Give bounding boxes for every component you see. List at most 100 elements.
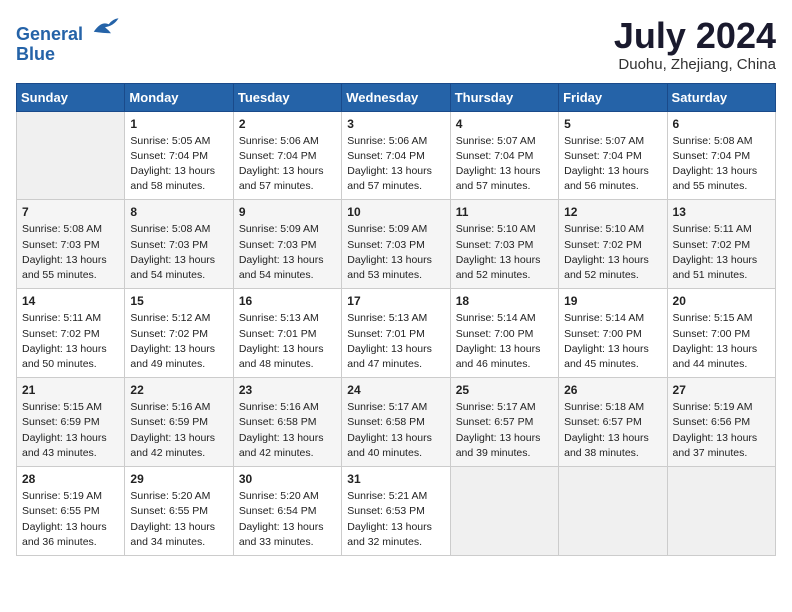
day-cell: 28Sunrise: 5:19 AM Sunset: 6:55 PM Dayli… bbox=[17, 467, 125, 556]
day-number: 9 bbox=[239, 205, 336, 219]
day-info: Sunrise: 5:06 AM Sunset: 7:04 PM Dayligh… bbox=[239, 134, 336, 195]
day-info: Sunrise: 5:15 AM Sunset: 6:59 PM Dayligh… bbox=[22, 400, 119, 461]
day-cell: 15 Sunrise: 5:12 AM Sunset: 7:02 PM Dayli… bbox=[125, 289, 233, 378]
day-cell: 30 Sunrise: 5:20 AM Sunset: 6:54 PM Dayli… bbox=[233, 467, 341, 556]
day-number: 2 bbox=[239, 117, 336, 131]
week-row-4: 21 Sunrise: 5:15 AM Sunset: 6:59 PM Dayli… bbox=[17, 378, 776, 467]
day-info: Sunrise: 5:06 AM Sunset: 7:04 PM Dayligh… bbox=[347, 134, 444, 195]
day-cell: 19Sunrise: 5:14 AM Sunset: 7:00 PM Dayli… bbox=[559, 289, 667, 378]
day-number: 11 bbox=[456, 205, 553, 219]
day-cell: 12 Sunrise: 5:10 AM Sunset: 7:02 PM Dayli… bbox=[559, 200, 667, 289]
column-header-wednesday: Wednesday bbox=[342, 83, 450, 111]
day-number: 24 bbox=[347, 383, 444, 397]
day-cell: 1Sunrise: 5:05 AM Sunset: 7:04 PM Daylig… bbox=[125, 111, 233, 200]
day-cell: 14Sunrise: 5:11 AM Sunset: 7:02 PM Dayli… bbox=[17, 289, 125, 378]
day-number: 26 bbox=[564, 383, 661, 397]
header-row: SundayMondayTuesdayWednesdayThursdayFrid… bbox=[17, 83, 776, 111]
day-number: 30 bbox=[239, 472, 336, 486]
column-header-monday: Monday bbox=[125, 83, 233, 111]
day-number: 15 bbox=[130, 294, 227, 308]
column-header-thursday: Thursday bbox=[450, 83, 558, 111]
day-info: Sunrise: 5:20 AM Sunset: 6:54 PM Dayligh… bbox=[239, 489, 336, 550]
day-info: Sunrise: 5:09 AM Sunset: 7:03 PM Dayligh… bbox=[239, 222, 336, 283]
day-cell: 5Sunrise: 5:07 AM Sunset: 7:04 PM Daylig… bbox=[559, 111, 667, 200]
month-title: July 2024 bbox=[614, 16, 776, 56]
day-number: 21 bbox=[22, 383, 119, 397]
logo-general: General bbox=[16, 24, 83, 44]
day-info: Sunrise: 5:08 AM Sunset: 7:03 PM Dayligh… bbox=[130, 222, 227, 283]
day-info: Sunrise: 5:17 AM Sunset: 6:57 PM Dayligh… bbox=[456, 400, 553, 461]
day-cell: 10Sunrise: 5:09 AM Sunset: 7:03 PM Dayli… bbox=[342, 200, 450, 289]
day-number: 14 bbox=[22, 294, 119, 308]
day-number: 17 bbox=[347, 294, 444, 308]
day-number: 23 bbox=[239, 383, 336, 397]
column-header-sunday: Sunday bbox=[17, 83, 125, 111]
day-info: Sunrise: 5:18 AM Sunset: 6:57 PM Dayligh… bbox=[564, 400, 661, 461]
day-cell: 20 Sunrise: 5:15 AM Sunset: 7:00 PM Dayli… bbox=[667, 289, 775, 378]
day-info: Sunrise: 5:07 AM Sunset: 7:04 PM Dayligh… bbox=[456, 134, 553, 195]
day-number: 12 bbox=[564, 205, 661, 219]
day-cell: 26 Sunrise: 5:18 AM Sunset: 6:57 PM Dayli… bbox=[559, 378, 667, 467]
day-cell: 24 Sunrise: 5:17 AM Sunset: 6:58 PM Dayli… bbox=[342, 378, 450, 467]
day-cell: 9 Sunrise: 5:09 AM Sunset: 7:03 PM Daylig… bbox=[233, 200, 341, 289]
day-number: 31 bbox=[347, 472, 444, 486]
day-info: Sunrise: 5:12 AM Sunset: 7:02 PM Dayligh… bbox=[130, 311, 227, 372]
week-row-2: 7 Sunrise: 5:08 AM Sunset: 7:03 PM Daylig… bbox=[17, 200, 776, 289]
day-cell: 4 Sunrise: 5:07 AM Sunset: 7:04 PM Daylig… bbox=[450, 111, 558, 200]
day-number: 20 bbox=[673, 294, 770, 308]
day-number: 22 bbox=[130, 383, 227, 397]
page-header: General Blue July 2024 Duohu, Zhejiang, … bbox=[16, 16, 776, 73]
day-number: 4 bbox=[456, 117, 553, 131]
day-number: 18 bbox=[456, 294, 553, 308]
day-info: Sunrise: 5:08 AM Sunset: 7:04 PM Dayligh… bbox=[673, 134, 770, 195]
week-row-5: 28Sunrise: 5:19 AM Sunset: 6:55 PM Dayli… bbox=[17, 467, 776, 556]
column-header-saturday: Saturday bbox=[667, 83, 775, 111]
day-cell: 18 Sunrise: 5:14 AM Sunset: 7:00 PM Dayli… bbox=[450, 289, 558, 378]
day-cell: 29 Sunrise: 5:20 AM Sunset: 6:55 PM Dayli… bbox=[125, 467, 233, 556]
day-info: Sunrise: 5:10 AM Sunset: 7:02 PM Dayligh… bbox=[564, 222, 661, 283]
day-number: 29 bbox=[130, 472, 227, 486]
day-info: Sunrise: 5:07 AM Sunset: 7:04 PM Dayligh… bbox=[564, 134, 661, 195]
day-info: Sunrise: 5:20 AM Sunset: 6:55 PM Dayligh… bbox=[130, 489, 227, 550]
column-header-tuesday: Tuesday bbox=[233, 83, 341, 111]
day-number: 16 bbox=[239, 294, 336, 308]
day-info: Sunrise: 5:14 AM Sunset: 7:00 PM Dayligh… bbox=[564, 311, 661, 372]
title-block: July 2024 Duohu, Zhejiang, China bbox=[614, 16, 776, 73]
day-cell bbox=[559, 467, 667, 556]
day-info: Sunrise: 5:21 AM Sunset: 6:53 PM Dayligh… bbox=[347, 489, 444, 550]
day-cell: 2 Sunrise: 5:06 AM Sunset: 7:04 PM Daylig… bbox=[233, 111, 341, 200]
day-info: Sunrise: 5:11 AM Sunset: 7:02 PM Dayligh… bbox=[673, 222, 770, 283]
day-number: 27 bbox=[673, 383, 770, 397]
calendar-body: 1Sunrise: 5:05 AM Sunset: 7:04 PM Daylig… bbox=[17, 111, 776, 555]
day-number: 3 bbox=[347, 117, 444, 131]
day-info: Sunrise: 5:16 AM Sunset: 6:59 PM Dayligh… bbox=[130, 400, 227, 461]
logo-text: General bbox=[16, 16, 120, 45]
day-cell: 3 Sunrise: 5:06 AM Sunset: 7:04 PM Daylig… bbox=[342, 111, 450, 200]
week-row-3: 14Sunrise: 5:11 AM Sunset: 7:02 PM Dayli… bbox=[17, 289, 776, 378]
week-row-1: 1Sunrise: 5:05 AM Sunset: 7:04 PM Daylig… bbox=[17, 111, 776, 200]
day-info: Sunrise: 5:17 AM Sunset: 6:58 PM Dayligh… bbox=[347, 400, 444, 461]
day-cell: 17 Sunrise: 5:13 AM Sunset: 7:01 PM Dayli… bbox=[342, 289, 450, 378]
day-cell: 27Sunrise: 5:19 AM Sunset: 6:56 PM Dayli… bbox=[667, 378, 775, 467]
day-cell: 22 Sunrise: 5:16 AM Sunset: 6:59 PM Dayli… bbox=[125, 378, 233, 467]
day-cell: 8 Sunrise: 5:08 AM Sunset: 7:03 PM Daylig… bbox=[125, 200, 233, 289]
day-number: 7 bbox=[22, 205, 119, 219]
day-cell: 23Sunrise: 5:16 AM Sunset: 6:58 PM Dayli… bbox=[233, 378, 341, 467]
day-number: 8 bbox=[130, 205, 227, 219]
calendar-table: SundayMondayTuesdayWednesdayThursdayFrid… bbox=[16, 83, 776, 556]
logo-bird-icon bbox=[90, 16, 120, 40]
day-info: Sunrise: 5:15 AM Sunset: 7:00 PM Dayligh… bbox=[673, 311, 770, 372]
day-info: Sunrise: 5:13 AM Sunset: 7:01 PM Dayligh… bbox=[347, 311, 444, 372]
day-number: 13 bbox=[673, 205, 770, 219]
day-cell: 11 Sunrise: 5:10 AM Sunset: 7:03 PM Dayli… bbox=[450, 200, 558, 289]
day-info: Sunrise: 5:19 AM Sunset: 6:55 PM Dayligh… bbox=[22, 489, 119, 550]
day-cell bbox=[450, 467, 558, 556]
day-cell: 31 Sunrise: 5:21 AM Sunset: 6:53 PM Dayli… bbox=[342, 467, 450, 556]
day-number: 25 bbox=[456, 383, 553, 397]
day-info: Sunrise: 5:10 AM Sunset: 7:03 PM Dayligh… bbox=[456, 222, 553, 283]
day-info: Sunrise: 5:14 AM Sunset: 7:00 PM Dayligh… bbox=[456, 311, 553, 372]
day-cell: 6Sunrise: 5:08 AM Sunset: 7:04 PM Daylig… bbox=[667, 111, 775, 200]
logo-blue: Blue bbox=[16, 45, 120, 65]
day-number: 10 bbox=[347, 205, 444, 219]
calendar-header: SundayMondayTuesdayWednesdayThursdayFrid… bbox=[17, 83, 776, 111]
